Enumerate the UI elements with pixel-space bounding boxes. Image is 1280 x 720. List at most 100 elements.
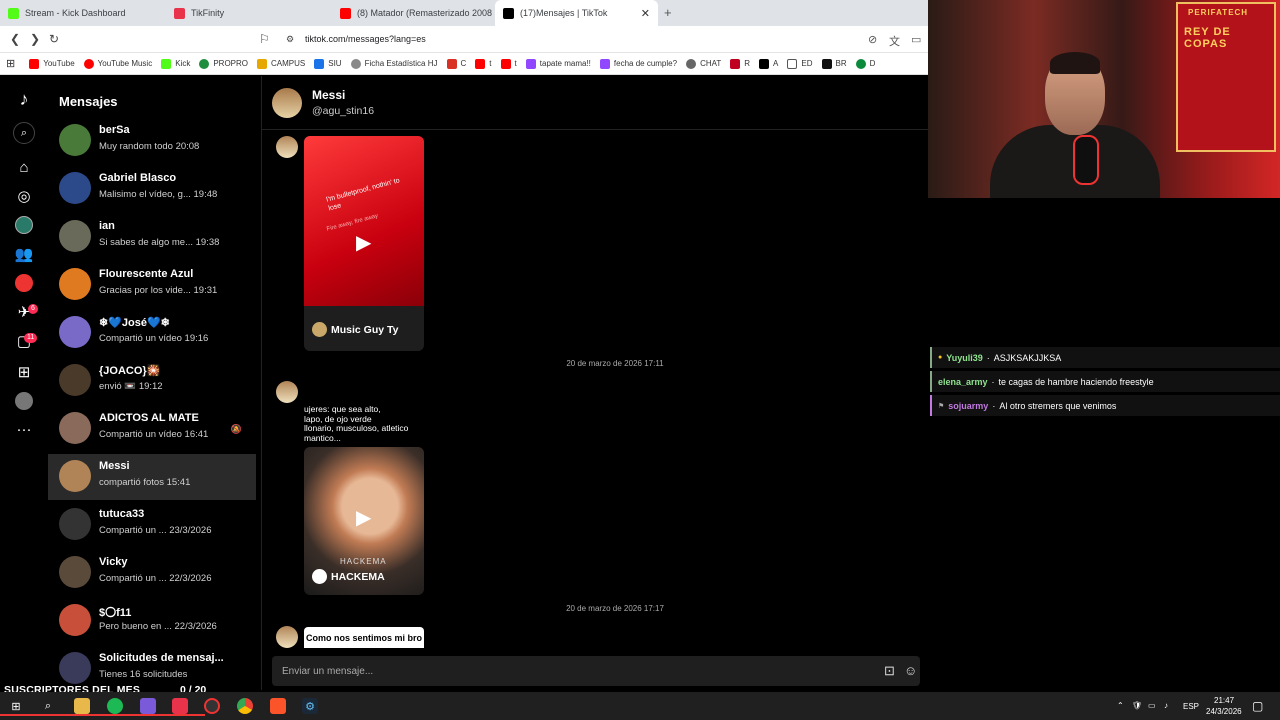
bookmark-ficha[interactable]: Ficha Estadística HJ [350, 58, 438, 69]
chat-contact-handle[interactable]: @agu_stin16 [312, 105, 374, 117]
bookmark-fecha[interactable]: fecha de cumple? [599, 58, 677, 69]
language-indicator[interactable]: ESP [1183, 702, 1199, 711]
avatar [312, 569, 327, 584]
search-icon[interactable]: ⌕ [13, 122, 35, 144]
tikfinity-icon[interactable] [172, 698, 188, 714]
chat-contact-name[interactable]: Messi [312, 88, 345, 102]
bookmark-siu[interactable]: SIU [314, 58, 342, 69]
avatar [59, 124, 91, 156]
tab-tiktok-messages[interactable]: (17)Mensajes | TikTok ✕ [495, 0, 658, 26]
upload-icon[interactable]: ⊞ [12, 361, 36, 383]
avatar[interactable] [272, 88, 302, 118]
discord-icon[interactable] [140, 698, 156, 714]
bookmark-br[interactable]: BR [821, 58, 847, 69]
chrome-icon[interactable] [237, 698, 253, 714]
brave-icon[interactable] [270, 698, 286, 714]
windows-start-icon[interactable]: ⊞ [8, 698, 24, 714]
new-tab-button[interactable]: + [664, 5, 672, 20]
conversation-item[interactable]: Vicky Compartió un ... 22/3/2026 [48, 550, 256, 596]
bookmark-campus[interactable]: CAMPUS [257, 58, 305, 69]
profile-avatar-icon[interactable] [12, 390, 36, 412]
bookmark-t2[interactable]: t [500, 58, 517, 69]
bookmark-propro[interactable]: PROPRO [199, 58, 248, 69]
play-icon[interactable]: ▶ [356, 505, 371, 530]
bookmark-youtube-music[interactable]: YouTube Music [83, 58, 152, 69]
back-icon[interactable]: ❮ [10, 32, 20, 46]
conversation-item[interactable]: {JOACO}🎇 envió 📼 19:12 [48, 358, 256, 404]
shared-video-card[interactable]: Como nos sentimos mi bro y [304, 627, 424, 648]
conversation-item[interactable]: Flourescente Azul Gracias por los vide...… [48, 262, 256, 308]
reload-icon[interactable]: ↻ [49, 32, 59, 46]
tab-youtube-matador[interactable]: (8) Matador (Remasterizado 2008) - Y... [332, 0, 492, 26]
conversation-preview: Compartió un ... 22/3/2026 [99, 573, 212, 584]
friends-icon[interactable]: 👥 [12, 243, 36, 265]
globe-icon [686, 58, 697, 69]
conversation-item[interactable]: $〇f11 Pero bueno en ... 22/3/2026 [48, 598, 256, 644]
tab-tikfinity[interactable]: TikFinity [166, 0, 329, 26]
file-explorer-icon[interactable] [74, 698, 90, 714]
conversation-item[interactable]: ADICTOS AL MATE Compartió un vídeo 16:41 🔕 [48, 406, 256, 452]
bookmark-youtube[interactable]: YouTube [29, 58, 75, 69]
tray-expand-icon[interactable]: ⌃ [1117, 701, 1124, 710]
translate-icon[interactable]: 文 [889, 33, 900, 49]
youtube-music-icon [83, 58, 94, 69]
following-avatar-icon[interactable] [12, 214, 36, 236]
bookmark-ed[interactable]: ED [787, 58, 813, 69]
video-thumbnail: I'm bulletproof, nothin' to lose Fire aw… [304, 136, 424, 306]
conversation-item[interactable]: ❄💙José💙❄ Compartió un vídeo 19:16 [48, 310, 256, 356]
conversation-item[interactable]: berSa Muy random todo 20:08 [48, 118, 256, 164]
no-tracking-icon[interactable]: ⊘ [868, 33, 877, 46]
bookmark-d[interactable]: D [855, 58, 875, 69]
image-icon[interactable]: ⊡ [884, 663, 895, 679]
conversation-item[interactable]: tutuca33 Compartió un ... 23/3/2026 [48, 502, 256, 548]
bookmark-c[interactable]: C [446, 58, 466, 69]
page-title: Mensajes [59, 94, 118, 109]
bookmark-icon[interactable]: ⚐ [259, 32, 270, 46]
tiktok-logo-icon[interactable]: ♪ [12, 88, 36, 110]
steam-icon[interactable]: ⚙ [302, 698, 318, 714]
apps-icon[interactable]: ⊞ [6, 57, 15, 70]
emoji-icon[interactable]: ☺ [904, 663, 917, 678]
bookmark-kick[interactable]: Kick [161, 58, 190, 69]
bookmark-t1[interactable]: t [475, 58, 492, 69]
notifications-icon[interactable]: ▢ [1252, 699, 1263, 713]
avatar[interactable] [276, 136, 298, 158]
live-icon[interactable] [12, 272, 36, 294]
bookmark-r[interactable]: R [730, 58, 750, 69]
avatar [59, 268, 91, 300]
conversation-item[interactable]: Messi compartió fotos 15:41 [48, 454, 256, 500]
forward-icon[interactable]: ❯ [30, 32, 40, 46]
tiktok-icon [503, 7, 514, 19]
volume-icon[interactable]: ♪ [1164, 701, 1168, 710]
spotify-icon[interactable] [107, 698, 123, 714]
bookmark-a[interactable]: A [759, 58, 778, 69]
network-icon[interactable]: ▭ [1148, 701, 1156, 710]
bookmarks-bar: ⊞ YouTube YouTube Music Kick PROPRO CAMP… [0, 53, 928, 75]
shared-video-card[interactable]: I'm bulletproof, nothin' to lose Fire aw… [304, 136, 424, 351]
obs-icon[interactable] [204, 698, 220, 714]
tray-apps-icon[interactable]: 🛡 [1132, 701, 1142, 710]
clock-time[interactable]: 21:47 [1214, 696, 1234, 705]
bookmark-chat[interactable]: CHAT [686, 58, 721, 69]
clock-date[interactable]: 24/3/2026 [1206, 707, 1242, 716]
search-icon[interactable]: ⌕ [40, 698, 56, 714]
avatar [59, 316, 91, 348]
site-info-icon[interactable]: ⚙ [286, 34, 294, 45]
tab-kick-dashboard[interactable]: Stream - Kick Dashboard [0, 0, 163, 26]
play-icon[interactable]: ▶ [356, 230, 371, 255]
conversation-item[interactable]: ian Si sabes de algo me... 19:38 [48, 214, 256, 260]
url-field[interactable]: tiktok.com/messages?lang=es [305, 34, 426, 44]
cast-icon[interactable]: ▭ [911, 33, 921, 46]
more-icon[interactable]: ··· [12, 418, 36, 440]
avatar[interactable] [276, 626, 298, 648]
close-icon[interactable]: ✕ [641, 7, 650, 20]
avatar[interactable] [276, 381, 298, 403]
conversation-item[interactable]: Gabriel Blasco Malisimo el vídeo, g... 19… [48, 166, 256, 212]
bookmark-tapate[interactable]: tapate mama!! [525, 58, 591, 69]
youtube-icon [340, 7, 351, 19]
explore-icon[interactable]: ◎ [12, 185, 36, 207]
message-input[interactable] [282, 656, 842, 686]
shared-video-card[interactable]: HACKEMA ▶ HACKEMA [304, 447, 424, 595]
home-icon[interactable]: ⌂ [12, 156, 36, 178]
video-author: Music Guy Ty [304, 322, 424, 337]
